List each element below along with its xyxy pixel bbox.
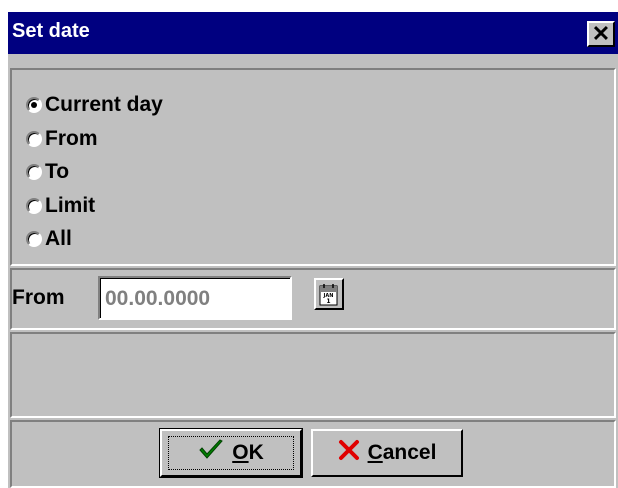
radio-current-day[interactable]: Current day xyxy=(26,91,163,119)
svg-text:1: 1 xyxy=(326,298,330,305)
empty-panel xyxy=(10,332,616,418)
radio-selected-dot xyxy=(31,102,37,108)
from-date-input[interactable]: 00.00.0000 xyxy=(98,276,292,320)
radio-to[interactable]: To xyxy=(26,158,69,186)
radio-label: All xyxy=(45,227,72,250)
radio-all[interactable]: All xyxy=(26,225,72,253)
radio-label: Limit xyxy=(45,194,96,217)
cancel-accel-char: C xyxy=(367,441,383,464)
radio-button[interactable] xyxy=(26,231,42,247)
from-label: From xyxy=(12,286,65,309)
radio-button[interactable] xyxy=(26,164,42,180)
calendar-icon: JAN 1 xyxy=(319,284,338,306)
radio-limit[interactable]: Limit xyxy=(26,192,95,220)
radio-from[interactable]: From xyxy=(26,125,98,153)
calendar-button[interactable]: JAN 1 xyxy=(314,278,344,310)
ok-button[interactable]: OK xyxy=(159,428,303,478)
x-icon xyxy=(338,439,360,467)
radio-label: From xyxy=(45,127,98,150)
radio-label: Current day xyxy=(45,93,163,116)
cancel-label-rest: ancel xyxy=(382,441,437,464)
window-title: Set date xyxy=(12,20,90,42)
radio-button[interactable] xyxy=(26,198,42,214)
radio-label: To xyxy=(45,160,70,183)
radio-button[interactable] xyxy=(26,131,42,147)
focus-rect xyxy=(168,436,294,470)
close-icon: ✕ xyxy=(591,21,611,46)
set-date-dialog: Set date ✕ Current day From To Limit All… xyxy=(8,12,618,488)
cancel-label: Cancel xyxy=(368,441,437,465)
radio-button[interactable] xyxy=(26,97,42,113)
close-button[interactable]: ✕ xyxy=(587,21,615,47)
cancel-button[interactable]: Cancel xyxy=(311,429,463,477)
title-bar[interactable]: Set date ✕ xyxy=(8,12,618,54)
